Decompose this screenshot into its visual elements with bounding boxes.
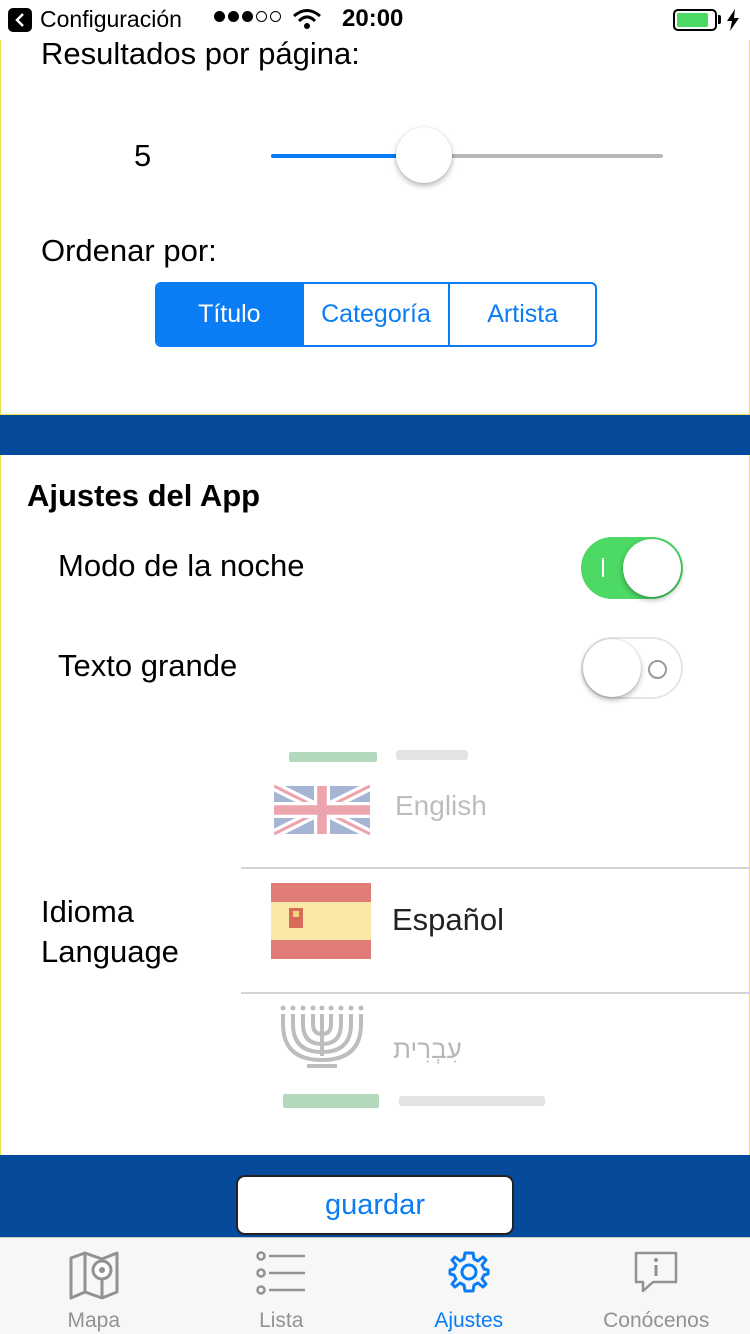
results-per-page-label: Resultados por página: xyxy=(41,36,360,71)
switch-knob xyxy=(583,639,641,697)
tab-list-label: Lista xyxy=(259,1309,304,1332)
sort-option-category[interactable]: Categoría xyxy=(301,284,449,345)
wifi-icon xyxy=(293,9,321,29)
language-label-es: Idioma xyxy=(41,894,135,929)
slider-thumb[interactable] xyxy=(395,127,452,183)
back-to-app-icon[interactable] xyxy=(8,8,32,32)
list-icon xyxy=(256,1251,306,1295)
battery-icon xyxy=(673,9,717,31)
uk-flag-icon xyxy=(274,784,370,836)
sort-by-label: Ordenar por: xyxy=(41,233,217,268)
tab-settings[interactable]: Ajustes xyxy=(375,1238,563,1334)
picker-selection-line-top xyxy=(241,867,750,869)
language-label: Idioma Language xyxy=(41,892,179,972)
search-settings-card: Resultados por página: 5 Ordenar por: Tí… xyxy=(0,36,750,415)
switch-off-mark xyxy=(648,660,667,679)
menorah-icon xyxy=(280,1005,364,1068)
map-icon xyxy=(69,1251,119,1300)
tab-bar: Mapa Lista Ajustes Conócenos xyxy=(0,1237,750,1334)
signal-strength-icon xyxy=(214,11,281,22)
large-text-label: Texto grande xyxy=(58,648,238,683)
back-to-app-label[interactable]: Configuración xyxy=(40,6,182,33)
sort-segmented-control[interactable]: Título Categoría Artista xyxy=(155,282,597,347)
tab-about[interactable]: Conócenos xyxy=(563,1238,750,1334)
picker-item-english[interactable]: English xyxy=(241,778,750,840)
night-mode-switch[interactable] xyxy=(581,537,683,599)
tab-list[interactable]: Lista xyxy=(188,1238,376,1334)
results-per-page-slider[interactable] xyxy=(271,127,663,183)
sort-option-title[interactable]: Título xyxy=(157,284,302,345)
tab-map-label: Mapa xyxy=(67,1309,121,1332)
sort-option-artist[interactable]: Artista xyxy=(448,284,595,345)
picker-item-partial-top xyxy=(241,748,750,764)
switch-knob xyxy=(623,539,681,597)
language-name-spanish: Español xyxy=(392,902,505,937)
section-divider-band xyxy=(0,415,750,455)
tab-settings-label: Ajustes xyxy=(434,1309,504,1332)
language-name-hebrew: עִבְרִית xyxy=(393,1034,462,1064)
app-settings-card: Ajustes del App Modo de la noche Texto g… xyxy=(0,455,750,1155)
language-picker[interactable]: English Español עִבְרִית xyxy=(241,748,750,1108)
picker-item-hebrew[interactable]: עִבְרִית xyxy=(241,1000,750,1074)
status-bar: Configuración 20:00 xyxy=(0,0,750,40)
charging-bolt-icon xyxy=(727,9,739,31)
language-name-english: English xyxy=(395,790,487,821)
night-mode-label: Modo de la noche xyxy=(58,548,305,583)
status-time: 20:00 xyxy=(342,5,404,32)
picker-item-partial-bottom xyxy=(241,1092,750,1108)
gear-icon xyxy=(448,1251,490,1293)
large-text-switch[interactable] xyxy=(581,637,683,699)
language-label-en: Language xyxy=(41,934,179,969)
switch-on-mark xyxy=(602,558,604,577)
battery-tip xyxy=(718,15,721,24)
save-button[interactable]: guardar xyxy=(236,1175,514,1235)
results-per-page-value: 5 xyxy=(134,138,152,173)
spain-flag-icon xyxy=(271,883,371,959)
picker-selection-line-bottom xyxy=(241,992,750,994)
tab-map[interactable]: Mapa xyxy=(0,1238,188,1334)
tab-about-label: Conócenos xyxy=(603,1309,710,1332)
app-settings-title: Ajustes del App xyxy=(27,478,261,513)
info-bubble-icon xyxy=(635,1251,678,1293)
picker-item-spanish[interactable]: Español xyxy=(241,878,750,964)
